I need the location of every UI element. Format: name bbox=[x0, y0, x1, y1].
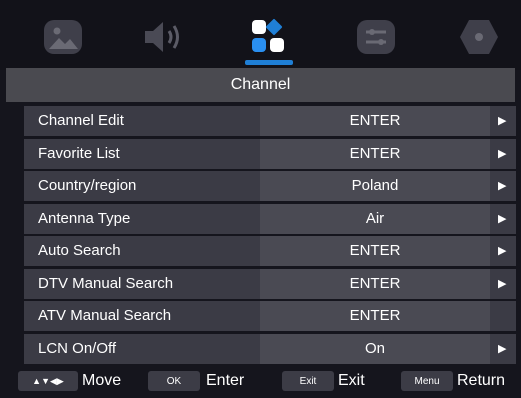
menu-header: Channel bbox=[6, 68, 515, 102]
menu-item-label: Auto Search bbox=[38, 242, 121, 259]
menu-item-value[interactable]: ENTER bbox=[260, 269, 490, 299]
tab-sound[interactable] bbox=[138, 15, 190, 59]
menu-item-value[interactable]: ENTER bbox=[260, 301, 490, 331]
menu-item-label: Antenna Type bbox=[38, 210, 131, 227]
menu-item-country-region[interactable]: Country/region Poland ▶ bbox=[24, 171, 516, 201]
arrow-right-icon: ▶ bbox=[498, 180, 507, 192]
menu-item-value[interactable]: ENTER bbox=[260, 236, 490, 266]
exit-key-badge: Exit bbox=[282, 371, 334, 391]
menu-item-value[interactable]: Air bbox=[260, 204, 490, 234]
menu-item-label: LCN On/Off bbox=[38, 340, 117, 357]
key-hint-bar: ▲▼◀▶ Move OK Enter Exit Exit Menu Return bbox=[12, 368, 517, 394]
menu-item-value[interactable]: On bbox=[260, 334, 490, 364]
arrow-right-icon: ▶ bbox=[498, 245, 507, 257]
menu-item-value[interactable]: ENTER bbox=[260, 139, 490, 169]
menu-item-label: ATV Manual Search bbox=[38, 307, 172, 324]
menu-item-antenna-type[interactable]: Antenna Type Air ▶ bbox=[24, 204, 516, 234]
move-hint-label: Move bbox=[82, 372, 122, 389]
menu-item-value[interactable]: Poland bbox=[260, 171, 490, 201]
menu-item-channel-edit[interactable]: Channel Edit ENTER ▶ bbox=[24, 106, 516, 136]
menu-item-atv-manual-search[interactable]: ATV Manual Search ENTER bbox=[24, 301, 516, 331]
arrow-right-icon: ▶ bbox=[498, 115, 507, 127]
sound-icon bbox=[145, 22, 179, 52]
menu-item-label: Country/region bbox=[38, 177, 137, 194]
tab-picture[interactable] bbox=[37, 15, 89, 59]
arrow-right-icon: ▶ bbox=[498, 278, 507, 290]
tab-settings[interactable] bbox=[350, 15, 402, 59]
ok-key-badge: OK bbox=[148, 371, 200, 391]
active-tab-indicator bbox=[245, 60, 293, 65]
arrow-right-icon: ▶ bbox=[498, 213, 507, 225]
exit-hint-label: Exit bbox=[338, 372, 365, 389]
arrow-right-icon: ▶ bbox=[498, 343, 507, 355]
picture-icon bbox=[44, 20, 82, 54]
menu-item-dtv-manual-search[interactable]: DTV Manual Search ENTER ▶ bbox=[24, 269, 516, 299]
channel-icon bbox=[252, 18, 284, 52]
menu-item-lcn-on-off[interactable]: LCN On/Off On ▶ bbox=[24, 334, 516, 364]
menu-item-auto-search[interactable]: Auto Search ENTER ▶ bbox=[24, 236, 516, 266]
move-key-badge: ▲▼◀▶ bbox=[18, 371, 78, 391]
tab-channel[interactable] bbox=[243, 15, 295, 59]
tab-lock[interactable] bbox=[453, 15, 505, 59]
settings-icon bbox=[357, 20, 395, 54]
lock-icon bbox=[460, 20, 498, 54]
page-title: Channel bbox=[230, 76, 291, 93]
return-hint-label: Return bbox=[457, 372, 506, 389]
top-tab-bar bbox=[0, 0, 521, 70]
menu-item-label: Favorite List bbox=[38, 145, 120, 162]
enter-hint-label: Enter bbox=[206, 372, 245, 389]
menu-key-badge: Menu bbox=[401, 371, 453, 391]
menu-item-favorite-list[interactable]: Favorite List ENTER ▶ bbox=[24, 139, 516, 169]
arrow-right-icon: ▶ bbox=[498, 148, 507, 160]
menu-item-label: DTV Manual Search bbox=[38, 275, 174, 292]
menu-item-value[interactable]: ENTER bbox=[260, 106, 490, 136]
menu-item-label: Channel Edit bbox=[38, 112, 124, 129]
